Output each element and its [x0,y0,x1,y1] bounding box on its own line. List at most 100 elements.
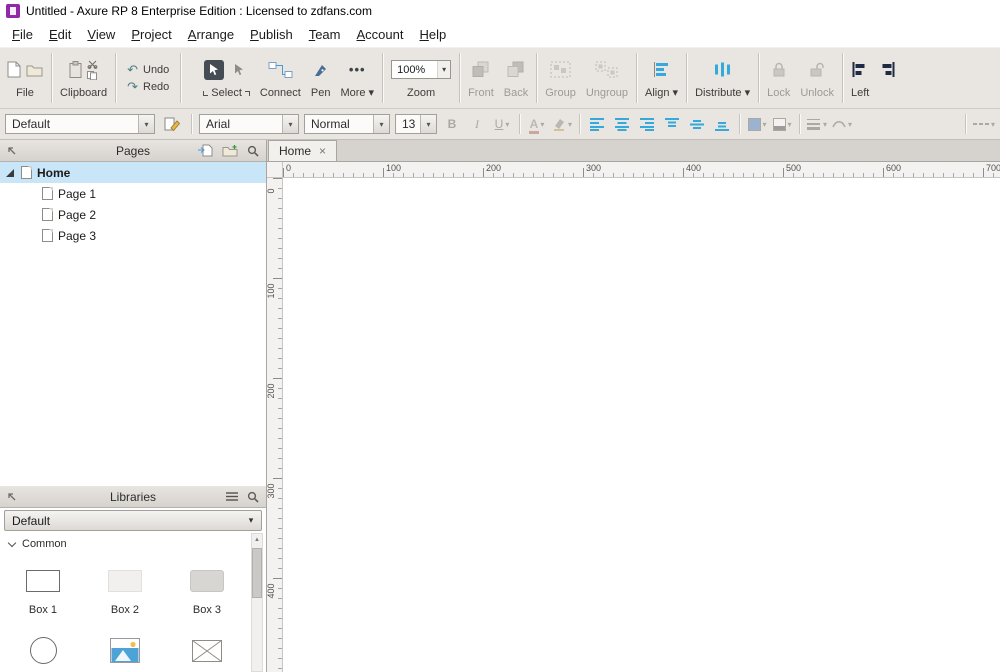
align-left-label: Left [851,86,869,100]
menu-arrange[interactable]: Arrange [180,24,242,45]
library-select[interactable]: Default ▾ [4,510,262,531]
add-folder-icon[interactable] [222,144,238,157]
distribute-group[interactable]: Distribute ▾ [690,48,755,108]
font-style-arrow-icon[interactable]: ▾ [373,115,389,133]
valign-middle-button[interactable] [687,114,707,134]
align-group[interactable]: Align ▾ [640,48,683,108]
menu-edit[interactable]: Edit [41,24,79,45]
widget-image[interactable] [84,625,166,672]
line-width-button[interactable]: ▾ [807,114,827,134]
highlight-button[interactable]: ▾ [552,114,572,134]
scrollbar-up-icon[interactable]: ▲ [252,534,262,546]
text-align-right-button[interactable] [637,114,657,134]
design-canvas[interactable] [283,178,1000,672]
valign-top-button[interactable] [662,114,682,134]
italic-button[interactable]: I [467,114,487,134]
tab-home[interactable]: Home × [268,140,337,161]
ungroup-group[interactable]: Ungroup [581,48,633,108]
vertical-ruler[interactable]: 0 100 200 300 400 [267,178,283,672]
widget-box2[interactable]: Box 2 [84,555,166,625]
menu-publish[interactable]: Publish [242,24,301,45]
line-style-button[interactable]: ▾ [832,114,852,134]
line-color-arrow-icon[interactable]: ▾ [788,120,792,129]
bold-button[interactable]: B [442,114,462,134]
text-color-button[interactable]: A ▾ [527,114,547,134]
dash-style-arrow-icon[interactable]: ▾ [991,120,995,129]
widget-placeholder[interactable] [166,625,248,672]
libraries-menu-icon[interactable] [226,492,238,501]
align-top-icon [665,118,680,131]
text-align-left-button[interactable] [587,114,607,134]
style-preset-arrow-icon[interactable]: ▾ [138,115,154,133]
text-align-center-button[interactable] [612,114,632,134]
libraries-scrollbar[interactable]: ▲ [251,533,263,672]
highlight-arrow-icon[interactable]: ▾ [568,120,572,129]
connect-group[interactable]: Connect [255,48,306,108]
align-left-group[interactable]: Left [846,48,874,108]
h-ruler-mark: 100 [386,163,401,173]
widget-ellipse[interactable] [2,625,84,672]
valign-bottom-button[interactable] [712,114,732,134]
more-group[interactable]: ••• More ▾ [335,48,379,108]
lock-group[interactable]: Lock [762,48,795,108]
page-item-home[interactable]: Home [0,162,266,183]
clipped-right-group[interactable] [874,48,900,108]
redo-button[interactable]: ↷ Redo [127,81,169,93]
page-item-page1[interactable]: Page 1 [0,183,266,204]
cut-icon[interactable] [87,60,98,69]
update-style-button[interactable] [160,114,184,134]
menu-project[interactable]: Project [123,24,179,45]
font-size-arrow-icon[interactable]: ▾ [420,115,436,133]
page-item-page2[interactable]: Page 2 [0,204,266,225]
underline-arrow-icon[interactable]: ▾ [505,120,509,129]
underline-button[interactable]: U ▾ [492,114,512,134]
font-size-select[interactable]: 13 ▾ [395,114,437,134]
select-contained-mode-button[interactable] [229,60,249,80]
menu-view[interactable]: View [79,24,123,45]
clipboard-icon[interactable] [69,61,82,79]
widget-box1[interactable]: Box 1 [2,555,84,625]
back-group[interactable]: Back [499,48,533,108]
line-color-button[interactable]: ▾ [772,114,792,134]
zoom-dropdown-arrow-icon[interactable]: ▾ [437,61,450,78]
add-page-icon[interactable] [198,144,213,157]
menu-help[interactable]: Help [411,24,454,45]
line-style-arrow-icon[interactable]: ▾ [848,120,852,129]
line-width-arrow-icon[interactable]: ▾ [823,120,827,129]
fill-color-button[interactable]: ▾ [747,114,767,134]
copy-icon[interactable] [87,71,98,80]
menu-team[interactable]: Team [301,24,349,45]
common-section-header[interactable]: Common [0,533,266,555]
fill-color-arrow-icon[interactable]: ▾ [763,120,767,129]
clipboard-group[interactable]: Clipboard [55,48,112,108]
search-icon[interactable] [247,145,259,157]
font-family-select[interactable]: Arial ▾ [199,114,299,134]
page-item-page3[interactable]: Page 3 [0,225,266,246]
collapse-panel-icon[interactable] [7,146,17,156]
dash-style-button[interactable]: ▾ [973,114,995,134]
collapse-panel-icon[interactable] [7,492,17,502]
undo-button[interactable]: ↶ Undo [127,64,169,76]
widget-box3[interactable]: Box 3 [166,555,248,625]
menu-file[interactable]: File [4,24,41,45]
horizontal-ruler[interactable]: 0 100 200 300 400 500 600 700 [283,162,1000,178]
library-select-arrow-icon[interactable]: ▾ [241,515,261,526]
font-style-select[interactable]: Normal ▾ [304,114,390,134]
font-family-arrow-icon[interactable]: ▾ [282,115,298,133]
scrollbar-thumb[interactable] [252,548,262,598]
select-intersected-mode-button[interactable] [204,60,224,80]
expander-icon[interactable] [6,169,14,177]
open-file-icon[interactable] [26,63,43,77]
front-group[interactable]: Front [463,48,499,108]
text-color-arrow-icon[interactable]: ▾ [540,120,544,129]
file-group[interactable]: File [2,48,48,108]
group-group[interactable]: Group [540,48,581,108]
style-preset-select[interactable]: Default ▾ [5,114,155,134]
pen-group[interactable]: Pen [306,48,336,108]
tab-close-icon[interactable]: × [319,146,326,156]
zoom-select[interactable]: 100% ▾ [391,60,451,79]
unlock-group[interactable]: Unlock [795,48,839,108]
new-file-icon[interactable] [7,61,21,78]
menu-account[interactable]: Account [348,24,411,45]
search-icon[interactable] [247,491,259,503]
